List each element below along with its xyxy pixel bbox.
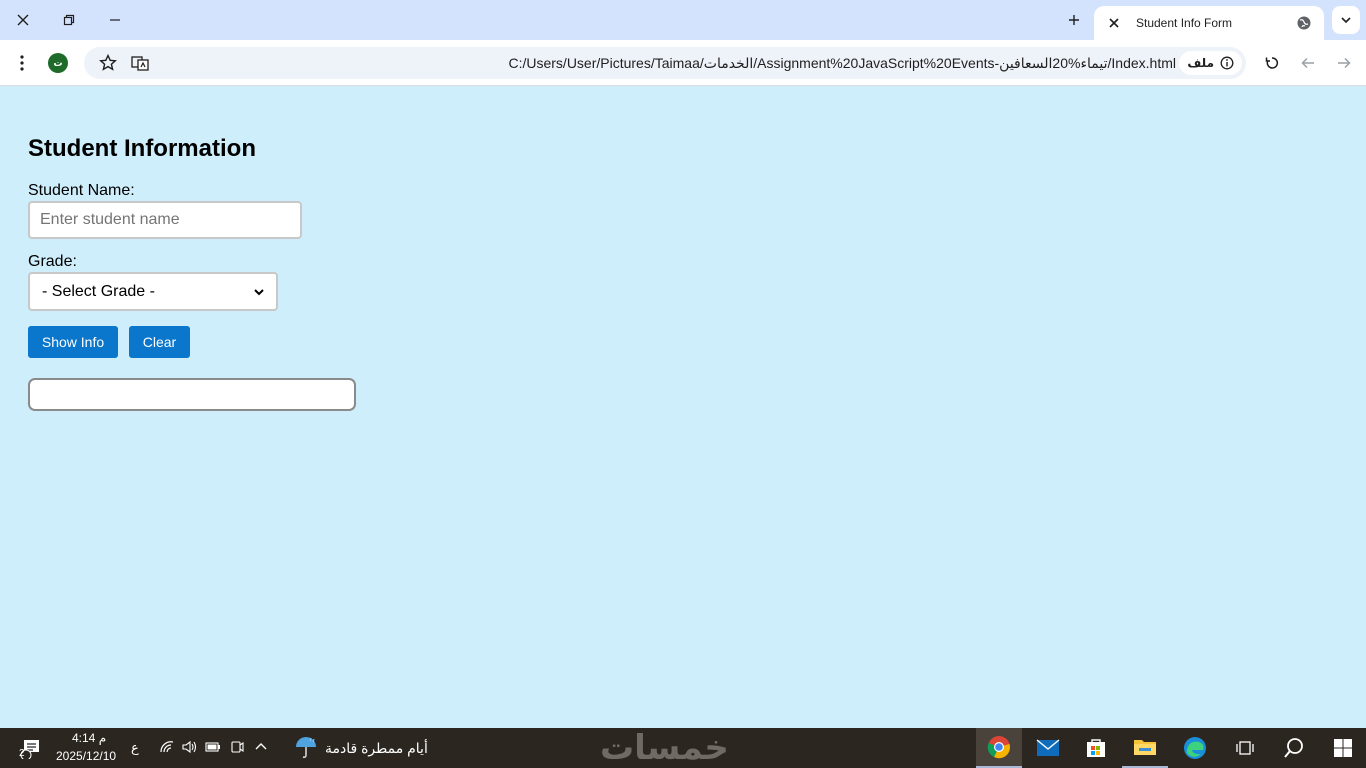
back-button[interactable] — [1296, 51, 1320, 75]
close-icon — [17, 14, 29, 26]
window-close-button[interactable] — [0, 0, 46, 40]
notifications-button[interactable] — [8, 728, 54, 768]
umbrella-icon — [296, 737, 316, 758]
clock-date[interactable]: 2025/12/10 — [56, 749, 116, 763]
start-button[interactable] — [1320, 728, 1366, 768]
windows-taskbar: 2 4:14 م 2025/12/10 ع أيام ممطرة قادمة خ… — [0, 728, 1366, 768]
taskbar-task-view[interactable] — [1222, 728, 1268, 768]
watermark-logo: خمسات — [600, 729, 729, 767]
new-tab-button[interactable] — [1062, 8, 1086, 32]
chevron-down-icon — [254, 288, 264, 295]
clear-button[interactable]: Clear — [129, 326, 190, 358]
folder-icon — [1134, 740, 1156, 755]
meet-now-icon[interactable] — [228, 740, 246, 756]
taskbar-edge[interactable] — [1172, 728, 1218, 768]
taskbar-file-explorer[interactable] — [1122, 728, 1168, 768]
profile-avatar[interactable]: ت — [48, 53, 68, 73]
address-bar[interactable]: C:/Users/User/Pictures/Taimaa/الخدمات/As… — [84, 47, 1246, 79]
page-title: Student Information — [28, 135, 256, 162]
weather-widget[interactable] — [288, 728, 324, 768]
student-name-label: Student Name: — [28, 182, 135, 199]
windows-logo-icon — [1334, 739, 1352, 757]
browser-titlebar: Student Info Form — [0, 0, 1366, 40]
close-icon — [1109, 18, 1119, 28]
restore-icon — [63, 14, 75, 26]
edge-icon — [1184, 737, 1206, 759]
taskbar-store[interactable] — [1073, 728, 1119, 768]
taskbar-mail[interactable] — [1025, 728, 1071, 768]
tab-title: Student Info Form — [1136, 16, 1233, 30]
menu-button[interactable] — [10, 51, 34, 75]
wifi-icon[interactable] — [158, 740, 176, 756]
student-name-input[interactable] — [28, 201, 302, 239]
grade-select[interactable]: - Select Grade - — [28, 272, 278, 311]
more-vertical-icon — [20, 55, 24, 71]
site-info-chip[interactable]: ملف — [1179, 51, 1242, 75]
chrome-icon — [987, 736, 1010, 759]
page-content: Student Information Student Name: Grade:… — [0, 87, 1366, 728]
search-icon — [1284, 738, 1303, 758]
weather-text[interactable]: أيام ممطرة قادمة — [325, 740, 428, 757]
grade-selected-value: - Select Grade - — [42, 282, 155, 300]
tab-close-button[interactable] — [1106, 15, 1122, 31]
window-restore-button[interactable] — [46, 0, 92, 40]
translate-icon[interactable] — [130, 53, 150, 73]
plus-icon — [1069, 15, 1079, 25]
grade-label: Grade: — [28, 253, 77, 270]
globe-icon — [1297, 16, 1311, 30]
reload-button[interactable] — [1260, 51, 1284, 75]
site-info-label: ملف — [1187, 56, 1214, 70]
tab-search-button[interactable] — [1332, 6, 1360, 34]
task-view-icon — [1236, 741, 1254, 755]
info-icon — [1220, 56, 1234, 70]
result-output — [28, 378, 356, 411]
taskbar-search[interactable] — [1271, 728, 1317, 768]
chevron-up-icon[interactable] — [252, 740, 270, 756]
volume-icon[interactable] — [180, 740, 198, 756]
show-info-button[interactable]: Show Info — [28, 326, 118, 358]
arrow-right-icon — [1338, 57, 1351, 69]
url-text[interactable]: C:/Users/User/Pictures/Taimaa/الخدمات/As… — [508, 47, 1176, 79]
arrow-left-icon — [1301, 57, 1314, 69]
browser-tab[interactable]: Student Info Form — [1094, 6, 1324, 40]
reload-icon — [1265, 57, 1279, 69]
browser-toolbar: ت C:/Users/User/Pictures/Taimaa/الخدمات/… — [0, 40, 1366, 86]
mail-icon — [1036, 739, 1060, 756]
chevron-down-icon — [1341, 17, 1351, 24]
taskbar-chrome[interactable] — [976, 728, 1022, 768]
clock-time[interactable]: 4:14 م — [72, 731, 106, 745]
window-minimize-button[interactable] — [92, 0, 138, 40]
notification-count: 2 — [19, 748, 25, 759]
input-language[interactable]: ع — [131, 740, 139, 756]
battery-icon[interactable] — [204, 740, 222, 756]
bookmark-star-icon[interactable] — [98, 53, 118, 73]
minimize-icon — [110, 19, 120, 21]
store-icon — [1087, 739, 1105, 757]
forward-button[interactable] — [1332, 51, 1356, 75]
